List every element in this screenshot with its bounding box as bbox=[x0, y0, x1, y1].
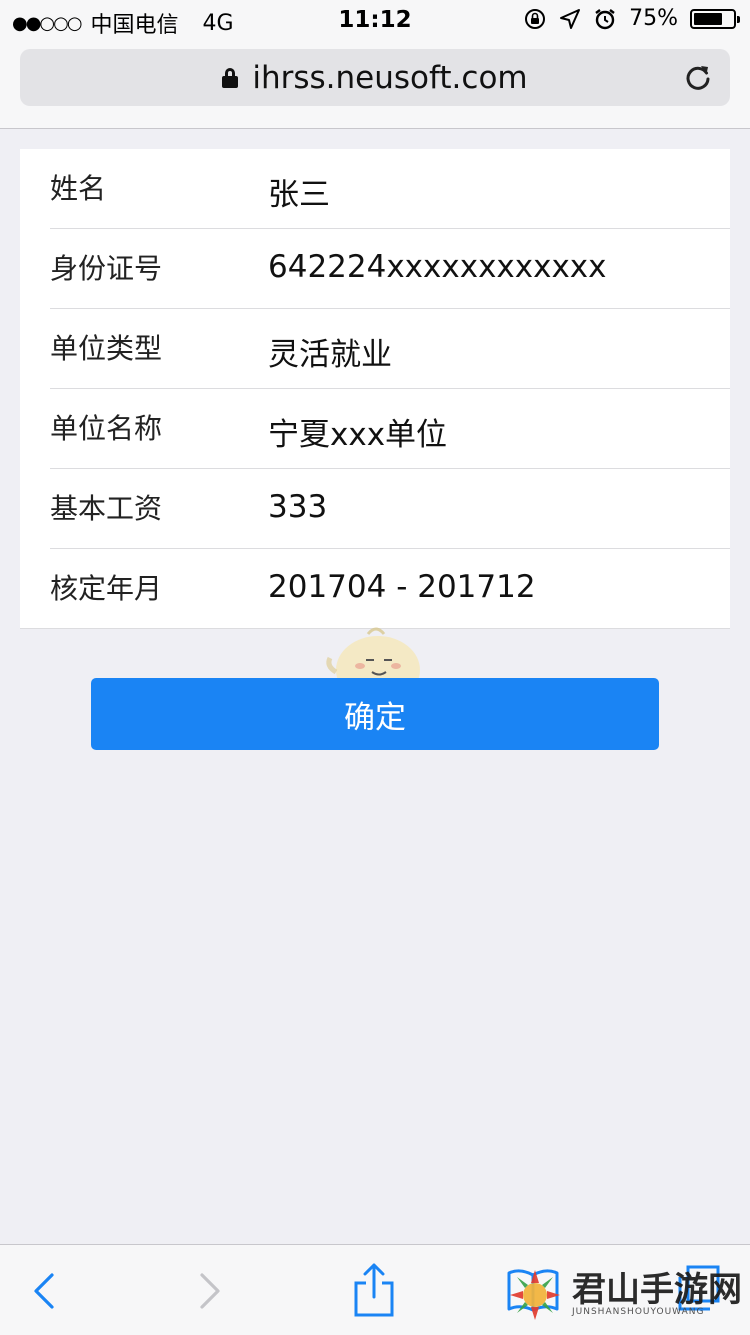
form-row-approved-period: 核定年月 201704 - 201712 bbox=[20, 549, 730, 629]
row-value: 灵活就业 bbox=[268, 337, 392, 373]
browser-address-area: ihrss.neusoft.com bbox=[0, 40, 750, 129]
row-label: 核定年月 bbox=[50, 572, 163, 605]
row-label: 姓名 bbox=[50, 172, 107, 205]
site-watermark: 君山手游网 JUNSHANSHOUYOUWANG bbox=[504, 1264, 742, 1326]
row-label: 身份证号 bbox=[50, 252, 163, 285]
form-row-name: 姓名 张三 bbox=[20, 149, 730, 229]
form-row-employer-name: 单位名称 宁夏xxx单位 bbox=[20, 389, 730, 469]
reload-icon[interactable] bbox=[682, 62, 714, 94]
forward-chevron-icon bbox=[200, 1273, 220, 1309]
watermark-logo-icon bbox=[510, 1270, 560, 1320]
row-value: 642224xxxxxxxxxxxx bbox=[268, 249, 607, 285]
form-row-base-salary: 基本工资 333 bbox=[20, 469, 730, 549]
info-card: 姓名 张三 身份证号 642224xxxxxxxxxxxx 单位类型 灵活就业 … bbox=[20, 149, 730, 629]
alarm-clock-icon bbox=[595, 8, 615, 29]
row-value: 333 bbox=[268, 489, 328, 525]
confirm-button[interactable]: 确定 bbox=[91, 678, 659, 750]
watermark-text: 君山手游网 JUNSHANSHOUYOUWANG bbox=[572, 1273, 742, 1317]
row-label: 单位类型 bbox=[50, 332, 163, 365]
form-row-employer-type: 单位类型 灵活就业 bbox=[20, 309, 730, 389]
battery-fill bbox=[694, 12, 722, 25]
status-bar: ●●○○○ 中国电信 4G 11:12 75% bbox=[0, 0, 750, 40]
address-bar[interactable]: ihrss.neusoft.com bbox=[20, 49, 730, 106]
back-chevron-icon[interactable] bbox=[28, 1271, 58, 1311]
location-arrow-icon bbox=[560, 8, 581, 29]
row-label: 单位名称 bbox=[50, 412, 163, 445]
battery-cap bbox=[737, 15, 740, 23]
share-icon[interactable] bbox=[352, 1261, 396, 1319]
row-value: 张三 bbox=[268, 177, 330, 213]
url-text[interactable]: ihrss.neusoft.com bbox=[252, 60, 527, 96]
row-value: 201704 - 201712 bbox=[268, 569, 536, 605]
battery-icon bbox=[690, 8, 740, 29]
row-label: 基本工资 bbox=[50, 492, 163, 525]
lock-icon bbox=[222, 67, 239, 88]
watermark-title: 君山手游网 bbox=[572, 1270, 742, 1310]
battery-percent: 75% bbox=[629, 6, 678, 31]
status-right: 75% bbox=[523, 6, 740, 31]
row-value: 宁夏xxx单位 bbox=[268, 417, 448, 453]
address-bar-content: ihrss.neusoft.com bbox=[20, 49, 730, 106]
rotation-lock-icon bbox=[525, 8, 546, 29]
form-row-id-number: 身份证号 642224xxxxxxxxxxxx bbox=[20, 229, 730, 309]
